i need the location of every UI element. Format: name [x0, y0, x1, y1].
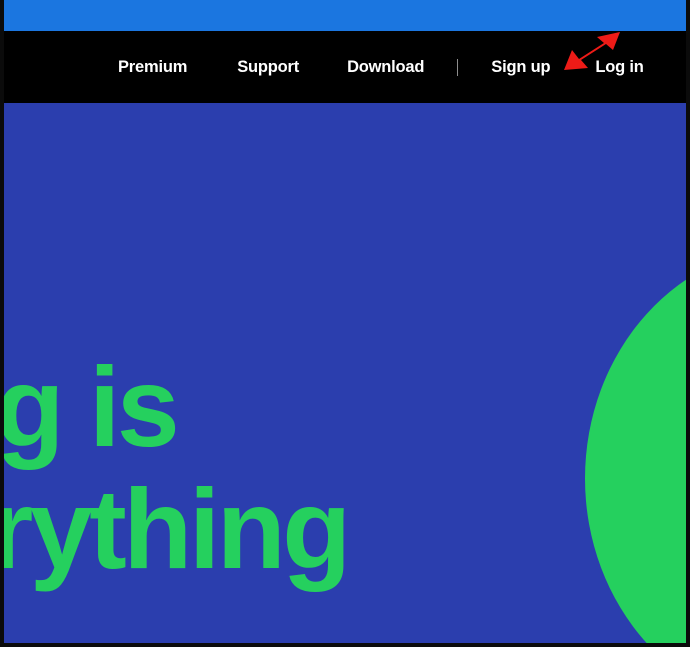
- site-navigation-bar: Premium Support Download Sign up Log in: [4, 31, 686, 103]
- nav-link-support[interactable]: Support: [235, 54, 301, 81]
- hero-heading-line-1: ng is: [4, 343, 180, 470]
- nav-links-group: Premium Support Download Sign up Log in: [116, 54, 646, 81]
- nav-link-signup[interactable]: Sign up: [489, 54, 552, 81]
- nav-link-download[interactable]: Download: [345, 54, 426, 81]
- hero-heading-line-2: erything: [4, 465, 351, 592]
- nav-divider: [457, 58, 459, 76]
- nav-link-login[interactable]: Log in: [593, 54, 645, 81]
- browser-top-bar-fill: [4, 0, 686, 31]
- screenshot-root: Premium Support Download Sign up Log in …: [0, 0, 690, 647]
- hero-section: ng is erything odcasts. No credit card n…: [4, 103, 686, 643]
- browser-top-bar: [4, 0, 686, 31]
- decorative-green-circle: [585, 246, 686, 643]
- nav-link-premium[interactable]: Premium: [116, 54, 189, 81]
- hero-heading: ng is erything: [4, 343, 351, 592]
